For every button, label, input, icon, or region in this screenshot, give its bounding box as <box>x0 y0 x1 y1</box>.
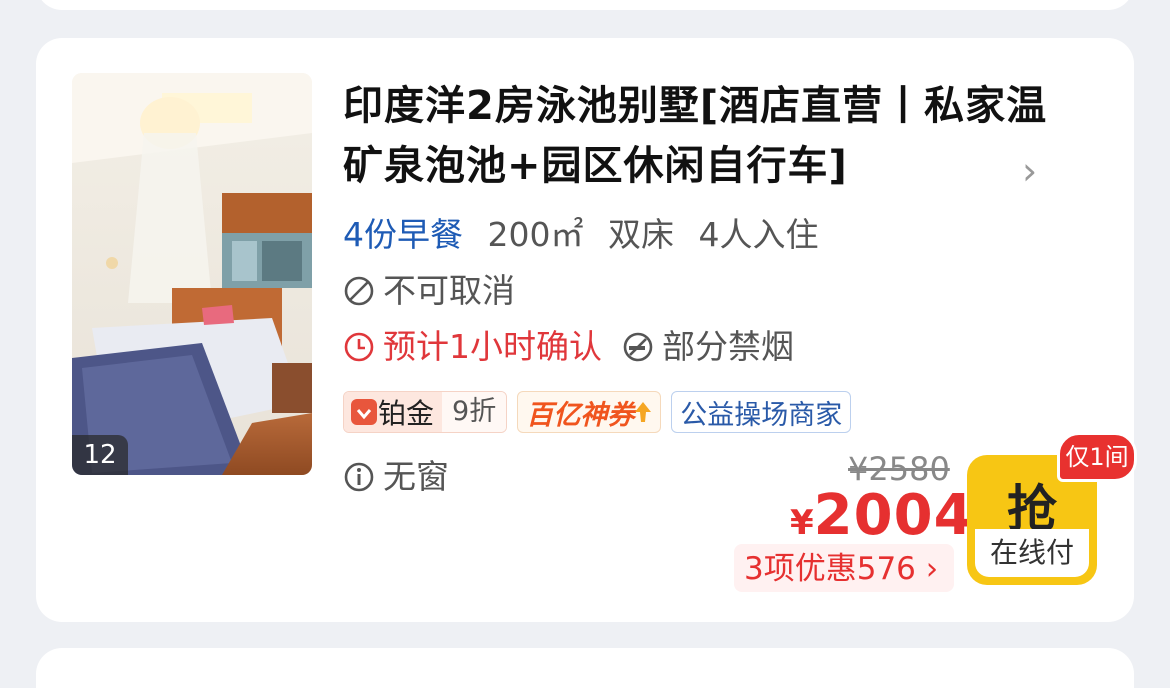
promo-tags: 铂金 9折 百亿神券 公益操场商家 <box>343 391 852 433</box>
current-price: ¥2004 <box>790 483 974 548</box>
chevron-right-icon[interactable]: › <box>1022 146 1037 196</box>
confirm-smoke-row: 预计1小时确认 部分禁烟 <box>343 324 794 370</box>
confirm-time-text: 预计1小时确认 <box>383 327 602 366</box>
arrow-up-icon <box>635 402 652 422</box>
price-value: 2004 <box>813 483 974 548</box>
heart-badge-icon <box>351 399 377 425</box>
no-smoking-icon <box>623 332 653 362</box>
bedroom-photo <box>72 73 312 475</box>
room-title[interactable]: 印度洋2房泳池别墅[酒店直营丨私家温矿泉泡池+园区休闲自行车] <box>343 76 1073 196</box>
clock-icon <box>344 332 374 362</box>
coupon-tag[interactable]: 百亿神券 <box>517 391 662 433</box>
discount-link[interactable]: 3项优惠576 › <box>734 544 955 592</box>
pay-online-label: 在线付 <box>975 529 1089 577</box>
bed-type: 双床 <box>608 215 674 254</box>
platinum-discount: 9折 <box>442 392 507 432</box>
discount-text: 3项优惠576 <box>744 551 916 587</box>
info-icon <box>344 462 374 492</box>
room-photo[interactable]: 12 <box>72 73 312 475</box>
photo-count-badge: 12 <box>72 435 128 475</box>
occupancy: 4人入住 <box>698 215 819 254</box>
coupon-label: 百亿神券 <box>526 399 635 431</box>
platinum-label: 铂金 <box>378 397 435 430</box>
smoking-policy-text: 部分禁烟 <box>662 327 794 366</box>
stock-badge: 仅1间 <box>1057 432 1137 482</box>
platinum-tag[interactable]: 铂金 9折 <box>343 391 508 433</box>
next-card <box>36 648 1134 688</box>
confirm-time: 预计1小时确认 <box>343 324 602 370</box>
cancel-policy-text: 不可取消 <box>383 271 515 310</box>
room-facilities: 4份早餐 200㎡ 双床 4人入住 <box>343 212 819 258</box>
previous-card <box>36 0 1134 10</box>
platinum-tag-left: 铂金 <box>344 392 443 432</box>
charity-tag[interactable]: 公益操场商家 <box>671 391 852 433</box>
room-area: 200㎡ <box>487 215 584 254</box>
chevron-right-icon: › <box>925 551 939 587</box>
cancel-policy: 不可取消 <box>343 268 515 314</box>
currency-symbol: ¥ <box>790 503 814 543</box>
window-info: 无窗 <box>343 454 449 500</box>
smoking-policy: 部分禁烟 <box>622 324 794 370</box>
breakfast-info: 4份早餐 <box>343 215 463 254</box>
ban-icon <box>344 276 374 306</box>
window-info-text: 无窗 <box>383 457 449 496</box>
